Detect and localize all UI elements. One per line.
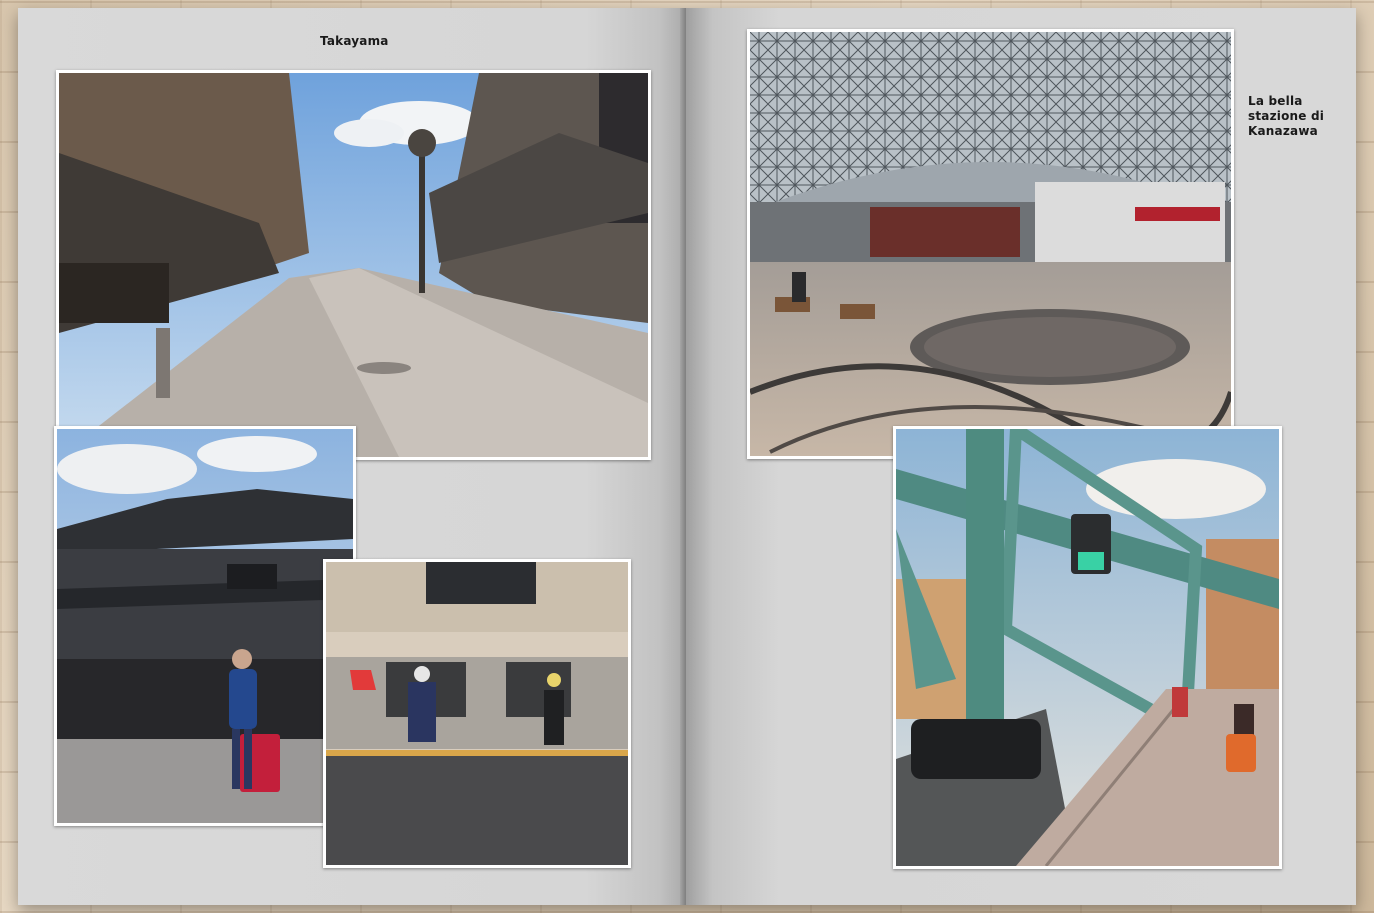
road-workers-image — [326, 562, 628, 865]
left-page: Takayama — [18, 8, 686, 905]
photo-traditional-house[interactable] — [54, 426, 356, 826]
kanazawa-station-image — [750, 32, 1231, 456]
right-page: La bella stazione di Kanazawa — [686, 8, 1356, 905]
takayama-street-image — [59, 73, 648, 457]
traditional-house-image — [57, 429, 353, 823]
right-page-caption: La bella stazione di Kanazawa — [1248, 94, 1325, 138]
photo-road-workers[interactable] — [323, 559, 631, 868]
photo-green-bridge[interactable] — [893, 426, 1282, 869]
photo-takayama-street[interactable] — [56, 70, 651, 460]
photo-book: Takayama La bella stazione di Kanazawa — [18, 8, 1356, 905]
green-bridge-image — [896, 429, 1279, 866]
left-page-caption: Takayama — [320, 34, 389, 48]
photo-kanazawa-station[interactable] — [747, 29, 1234, 459]
